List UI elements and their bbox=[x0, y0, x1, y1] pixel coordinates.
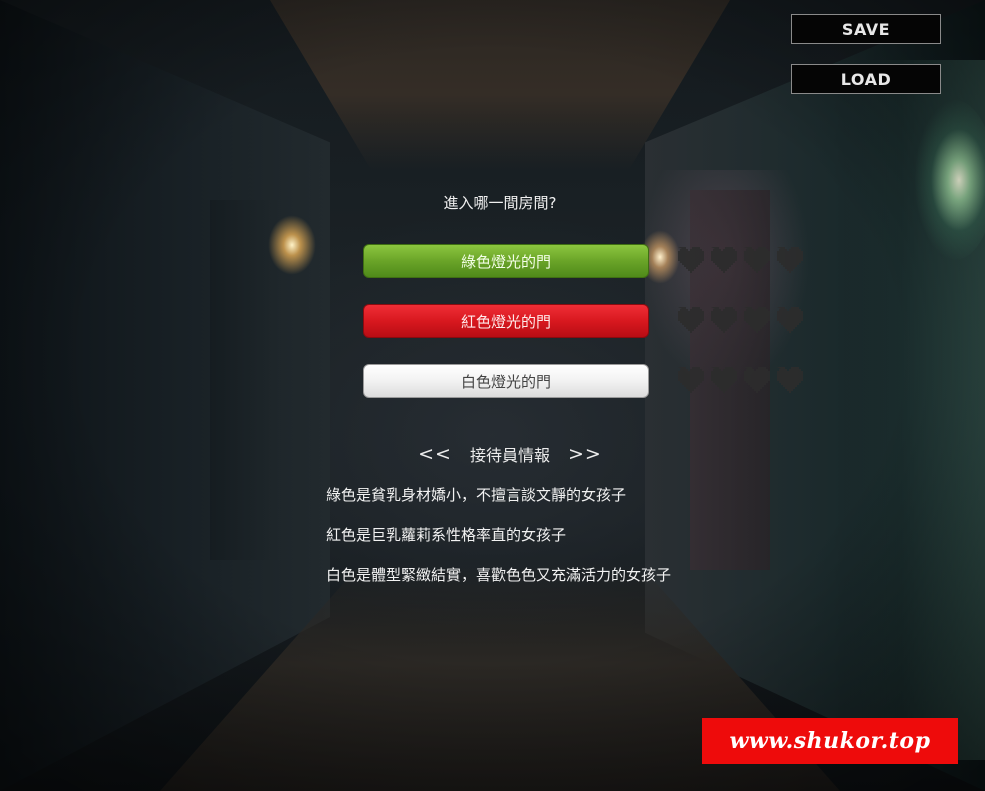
red-door-affection-hearts bbox=[674, 307, 804, 333]
heart-icon bbox=[678, 367, 704, 393]
receptionist-info-header: << 接待員情報 >> bbox=[400, 441, 620, 467]
heart-icon bbox=[744, 367, 770, 393]
green-door-affection-hearts bbox=[674, 247, 804, 273]
info-prev-arrow[interactable]: << bbox=[418, 443, 452, 465]
watermark-banner: www.shukor.top bbox=[702, 718, 958, 764]
white-door-affection-hearts bbox=[674, 367, 804, 393]
heart-icon bbox=[678, 247, 704, 273]
heart-icon bbox=[777, 247, 803, 273]
heart-icon bbox=[777, 367, 803, 393]
info-title: 接待員情報 bbox=[469, 446, 550, 465]
heart-icon bbox=[711, 367, 737, 393]
heart-icon bbox=[711, 247, 737, 273]
heart-icon bbox=[711, 307, 737, 333]
heart-icon bbox=[777, 307, 803, 333]
info-line-white: 白色是體型緊緻結實，喜歡色色又充滿活力的女孩子 bbox=[326, 566, 672, 584]
load-button[interactable]: LOAD bbox=[791, 64, 941, 94]
info-line-red: 紅色是巨乳蘿莉系性格率直的女孩子 bbox=[326, 526, 567, 544]
red-door-choice-button[interactable]: 紅色燈光的門 bbox=[363, 304, 649, 338]
white-door-choice-button[interactable]: 白色燈光的門 bbox=[363, 364, 649, 398]
heart-icon bbox=[678, 307, 704, 333]
info-next-arrow[interactable]: >> bbox=[568, 443, 602, 465]
heart-icon bbox=[744, 307, 770, 333]
choice-question: 進入哪一間房間? bbox=[443, 194, 557, 212]
save-button[interactable]: SAVE bbox=[791, 14, 941, 44]
green-door-choice-button[interactable]: 綠色燈光的門 bbox=[363, 244, 649, 278]
heart-icon bbox=[744, 247, 770, 273]
info-line-green: 綠色是貧乳身材嬌小，不擅言談文靜的女孩子 bbox=[326, 486, 627, 504]
